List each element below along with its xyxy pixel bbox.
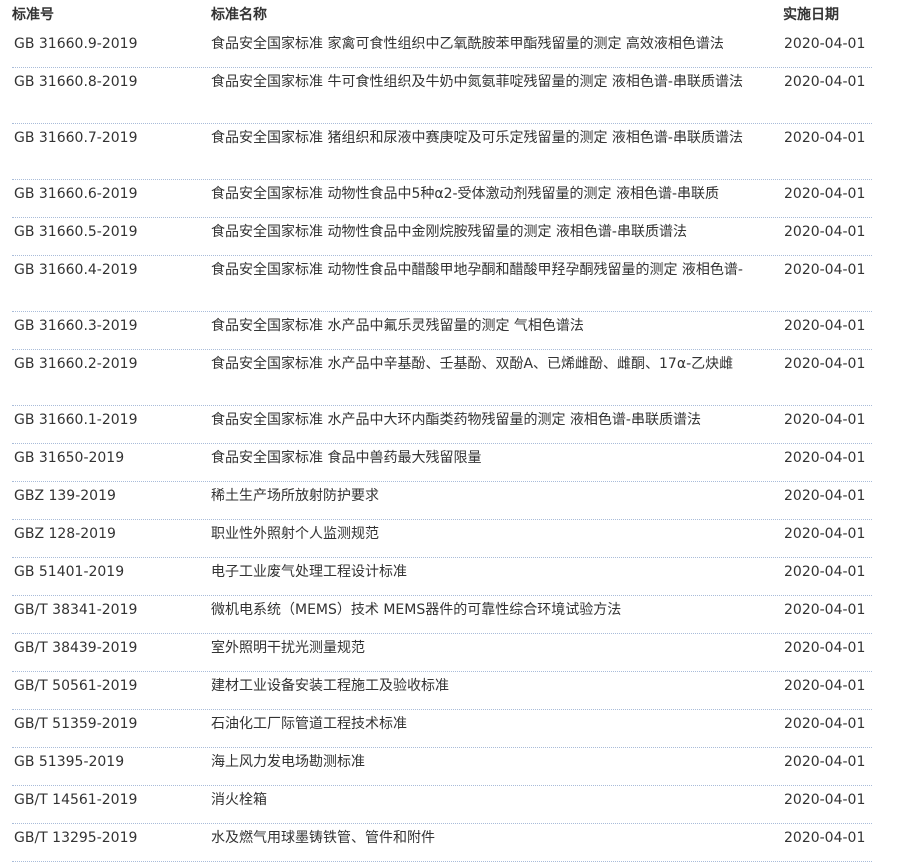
implementation-date: 2020-04-01 — [784, 36, 866, 52]
standard-code-link[interactable]: GB 31660.4-2019 — [14, 260, 137, 280]
table-row: GB 31660.5-2019 食品安全国家标准 动物性食品中金刚烷胺残留量的测… — [12, 218, 872, 256]
standard-code-link[interactable]: GB 31660.9-2019 — [14, 34, 137, 54]
implementation-date: 2020-04-01 — [784, 678, 866, 694]
standard-name-link[interactable]: 食品安全国家标准 水产品中辛基酚、壬基酚、双酚A、已烯雌酚、雌酮、17α-乙炔雌 — [211, 350, 783, 378]
table-row: GB/T 14561-2019 消火栓箱 2020-04-01 — [12, 786, 872, 824]
standard-name-link[interactable]: 食品安全国家标准 食品中兽药最大残留限量 — [211, 444, 783, 472]
implementation-date: 2020-04-01 — [784, 412, 866, 428]
standard-name-link[interactable]: 食品安全国家标准 水产品中大环内酯类药物残留量的测定 液相色谱-串联质谱法 — [211, 406, 783, 434]
table-row: GB/T 38341-2019 微机电系统（MEMS）技术 MEMS器件的可靠性… — [12, 596, 872, 634]
table-row: GBZ 128-2019 职业性外照射个人监测规范 2020-04-01 — [12, 520, 872, 558]
standard-code-link[interactable]: GB/T 38341-2019 — [14, 600, 137, 620]
standard-name-link[interactable]: 食品安全国家标准 动物性食品中金刚烷胺残留量的测定 液相色谱-串联质谱法 — [211, 218, 783, 246]
standard-code-link[interactable]: GB 31660.5-2019 — [14, 222, 137, 242]
standard-name-link[interactable]: 微机电系统（MEMS）技术 MEMS器件的可靠性综合环境试验方法 — [211, 596, 783, 624]
standard-code-link[interactable]: GB/T 38439-2019 — [14, 638, 137, 658]
implementation-date: 2020-04-01 — [784, 186, 866, 202]
standard-code-link[interactable]: GB 31660.2-2019 — [14, 354, 137, 374]
header-code: 标准号 — [12, 7, 54, 23]
table-header: 标准号 标准名称 实施日期 — [12, 0, 872, 30]
standard-name-link[interactable]: 食品安全国家标准 家禽可食性组织中乙氧酰胺苯甲酯残留量的测定 高效液相色谱法 — [211, 30, 783, 58]
standard-name-link[interactable]: 水及燃气用球墨铸铁管、管件和附件 — [211, 824, 783, 852]
standard-name-link[interactable]: 石油化工厂际管道工程技术标准 — [211, 710, 783, 738]
standard-name-link[interactable]: 食品安全国家标准 牛可食性组织及牛奶中氮氨菲啶残留量的测定 液相色谱-串联质谱法 — [211, 68, 783, 96]
standard-code-link[interactable]: GB 31660.1-2019 — [14, 410, 137, 430]
implementation-date: 2020-04-01 — [784, 488, 866, 504]
implementation-date: 2020-04-01 — [784, 640, 866, 656]
standard-name-link[interactable]: 消火栓箱 — [211, 786, 783, 814]
standard-name-link[interactable]: 室外照明干扰光测量规范 — [211, 634, 783, 662]
implementation-date: 2020-04-01 — [784, 74, 866, 90]
implementation-date: 2020-04-01 — [784, 716, 866, 732]
standard-name-link[interactable]: 食品安全国家标准 动物性食品中5种α2-受体激动剂残留量的测定 液相色谱-串联质 — [211, 180, 783, 208]
table-row: GB 31660.6-2019 食品安全国家标准 动物性食品中5种α2-受体激动… — [12, 180, 872, 218]
implementation-date: 2020-04-01 — [784, 602, 866, 618]
table-row: GBZ 139-2019 稀土生产场所放射防护要求 2020-04-01 — [12, 482, 872, 520]
standard-code-link[interactable]: GBZ 128-2019 — [14, 524, 116, 544]
implementation-date: 2020-04-01 — [784, 224, 866, 240]
standard-name-link[interactable]: 稀土生产场所放射防护要求 — [211, 482, 783, 510]
implementation-date: 2020-04-01 — [784, 130, 866, 146]
table-row: GB 31660.4-2019 食品安全国家标准 动物性食品中醋酸甲地孕酮和醋酸… — [12, 256, 872, 312]
table-row: GB/T 50561-2019 建材工业设备安装工程施工及验收标准 2020-0… — [12, 672, 872, 710]
standard-name-link[interactable]: 食品安全国家标准 猪组织和尿液中赛庚啶及可乐定残留量的测定 液相色谱-串联质谱法 — [211, 124, 783, 152]
standard-code-link[interactable]: GB 31660.6-2019 — [14, 184, 137, 204]
table-row: GB 31650-2019 食品安全国家标准 食品中兽药最大残留限量 2020-… — [12, 444, 872, 482]
standard-code-link[interactable]: GB 51401-2019 — [14, 562, 124, 582]
table-row: GB/T 51359-2019 石油化工厂际管道工程技术标准 2020-04-0… — [12, 710, 872, 748]
table-row: GB 31660.8-2019 食品安全国家标准 牛可食性组织及牛奶中氮氨菲啶残… — [12, 68, 872, 124]
implementation-date: 2020-04-01 — [784, 564, 866, 580]
table-row: GB 51395-2019 海上风力发电场勘测标准 2020-04-01 — [12, 748, 872, 786]
table-row: GB 31660.1-2019 食品安全国家标准 水产品中大环内酯类药物残留量的… — [12, 406, 872, 444]
standard-name-link[interactable]: 食品安全国家标准 动物性食品中醋酸甲地孕酮和醋酸甲羟孕酮残留量的测定 液相色谱- — [211, 256, 783, 284]
table-row: GB 31660.3-2019 食品安全国家标准 水产品中氟乐灵残留量的测定 气… — [12, 312, 872, 350]
standard-name-link[interactable]: 职业性外照射个人监测规范 — [211, 520, 783, 548]
standard-code-link[interactable]: GB 31660.8-2019 — [14, 72, 137, 92]
implementation-date: 2020-04-01 — [784, 792, 866, 808]
implementation-date: 2020-04-01 — [784, 356, 866, 372]
standard-code-link[interactable]: GB/T 51359-2019 — [14, 714, 137, 734]
implementation-date: 2020-04-01 — [784, 318, 866, 334]
table-row: GB/T 13295-2019 水及燃气用球墨铸铁管、管件和附件 2020-04… — [12, 824, 872, 862]
table-row: GB 31660.2-2019 食品安全国家标准 水产品中辛基酚、壬基酚、双酚A… — [12, 350, 872, 406]
standard-code-link[interactable]: GB 31650-2019 — [14, 448, 124, 468]
implementation-date: 2020-04-01 — [784, 526, 866, 542]
standard-name-link[interactable]: 食品安全国家标准 水产品中氟乐灵残留量的测定 气相色谱法 — [211, 312, 783, 340]
implementation-date: 2020-04-01 — [784, 754, 866, 770]
table-row: GB 31660.9-2019 食品安全国家标准 家禽可食性组织中乙氧酰胺苯甲酯… — [12, 30, 872, 68]
table-row: GB 51401-2019 电子工业废气处理工程设计标准 2020-04-01 — [12, 558, 872, 596]
standard-code-link[interactable]: GB 31660.3-2019 — [14, 316, 137, 336]
standard-code-link[interactable]: GB/T 50561-2019 — [14, 676, 137, 696]
standard-name-link[interactable]: 建材工业设备安装工程施工及验收标准 — [211, 672, 783, 700]
standard-name-link[interactable]: 电子工业废气处理工程设计标准 — [211, 558, 783, 586]
header-date: 实施日期 — [783, 7, 839, 23]
standard-code-link[interactable]: GBZ 139-2019 — [14, 486, 116, 506]
standard-code-link[interactable]: GB 31660.7-2019 — [14, 128, 137, 148]
implementation-date: 2020-04-01 — [784, 262, 866, 278]
implementation-date: 2020-04-01 — [784, 830, 866, 846]
standard-code-link[interactable]: GB/T 14561-2019 — [14, 790, 137, 810]
standard-code-link[interactable]: GB/T 13295-2019 — [14, 828, 137, 848]
implementation-date: 2020-04-01 — [784, 450, 866, 466]
table-row: GB 31660.7-2019 食品安全国家标准 猪组织和尿液中赛庚啶及可乐定残… — [12, 124, 872, 180]
standard-code-link[interactable]: GB 51395-2019 — [14, 752, 124, 772]
standards-table: 标准号 标准名称 实施日期 GB 31660.9-2019 食品安全国家标准 家… — [12, 0, 872, 862]
standard-name-link[interactable]: 海上风力发电场勘测标准 — [211, 748, 783, 776]
header-name: 标准名称 — [211, 7, 267, 23]
table-row: GB/T 38439-2019 室外照明干扰光测量规范 2020-04-01 — [12, 634, 872, 672]
